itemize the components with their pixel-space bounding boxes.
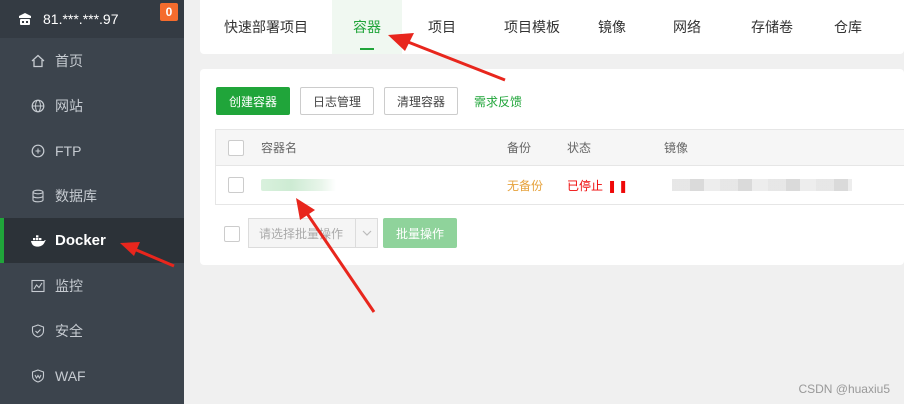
sidebar-item-label: WAF bbox=[55, 367, 86, 384]
sidebar-item-label: FTP bbox=[55, 142, 82, 159]
server-icon bbox=[16, 10, 34, 28]
table-header: 容器名 备份 状态 镜像 bbox=[216, 130, 904, 166]
batch-select-checkbox[interactable] bbox=[224, 226, 240, 242]
sidebar-item-home[interactable]: 首页 bbox=[0, 38, 184, 83]
sidebar-item-label: Docker bbox=[55, 232, 106, 249]
container-table: 容器名 备份 状态 镜像 无备份 已停止 ❚❚ bbox=[215, 129, 904, 205]
sidebar-item-docker[interactable]: Docker bbox=[0, 218, 184, 263]
sidebar-item-ftp[interactable]: FTP bbox=[0, 128, 184, 173]
header-backup: 备份 bbox=[507, 141, 532, 155]
log-management-button[interactable]: 日志管理 bbox=[300, 87, 374, 115]
image-name-redacted bbox=[672, 179, 852, 191]
header-name: 容器名 bbox=[261, 141, 298, 155]
database-icon bbox=[30, 188, 46, 204]
sidebar-item-label: 安全 bbox=[55, 322, 83, 339]
sidebar-item-security[interactable]: 安全 bbox=[0, 308, 184, 353]
docker-icon bbox=[30, 233, 46, 249]
globe-icon bbox=[30, 98, 46, 114]
sidebar-item-label: 监控 bbox=[55, 277, 83, 294]
tab-registry[interactable]: 仓库 bbox=[812, 0, 884, 54]
sidebar-item-database[interactable]: 数据库 bbox=[0, 173, 184, 218]
tab-networks[interactable]: 网络 bbox=[642, 0, 732, 54]
home-icon bbox=[30, 53, 46, 69]
waf-shield-icon bbox=[30, 368, 46, 384]
sidebar-item-label: 网站 bbox=[55, 97, 83, 114]
container-name-redacted[interactable] bbox=[261, 179, 336, 191]
container-panel: 创建容器 日志管理 清理容器 需求反馈 容器名 备份 状态 镜像 无备份 已停止… bbox=[200, 69, 904, 265]
batch-operation-button[interactable]: 批量操作 bbox=[383, 218, 457, 248]
watermark: CSDN @huaxiu5 bbox=[798, 382, 890, 396]
sidebar-item-waf[interactable]: WAF bbox=[0, 353, 184, 398]
backup-value[interactable]: 无备份 bbox=[507, 177, 543, 194]
tab-images[interactable]: 镜像 bbox=[582, 0, 642, 54]
sidebar-item-website[interactable]: 网站 bbox=[0, 83, 184, 128]
tab-volumes[interactable]: 存储卷 bbox=[732, 0, 812, 54]
feedback-link[interactable]: 需求反馈 bbox=[474, 87, 522, 115]
ftp-icon bbox=[30, 143, 46, 159]
create-container-button[interactable]: 创建容器 bbox=[216, 87, 290, 115]
clean-containers-button[interactable]: 清理容器 bbox=[384, 87, 458, 115]
batch-operation-select[interactable]: 请选择批量操作 bbox=[248, 218, 378, 248]
tab-containers[interactable]: 容器 bbox=[332, 0, 402, 54]
header-image: 镜像 bbox=[664, 141, 689, 155]
server-ip: 81.***.***.97 bbox=[43, 11, 119, 27]
chevron-down-icon bbox=[355, 219, 377, 247]
select-all-checkbox[interactable] bbox=[228, 139, 244, 156]
top-tabs: 快速部署项目 容器 项目 项目模板 镜像 网络 存储卷 仓库 bbox=[200, 0, 904, 54]
pause-icon: ❚❚ bbox=[607, 178, 630, 193]
tab-quick-deploy[interactable]: 快速部署项目 bbox=[200, 0, 332, 54]
server-header[interactable]: 81.***.***.97 0 bbox=[0, 0, 184, 38]
status-value[interactable]: 已停止 ❚❚ bbox=[567, 177, 629, 194]
table-row: 无备份 已停止 ❚❚ bbox=[216, 166, 904, 204]
monitor-icon bbox=[30, 278, 46, 294]
row-checkbox[interactable] bbox=[228, 177, 244, 193]
sidebar: 81.***.***.97 0 首页 网站 FTP 数据库 Docker 监控 … bbox=[0, 0, 184, 404]
sidebar-item-label: 数据库 bbox=[55, 187, 97, 204]
batch-select-placeholder: 请选择批量操作 bbox=[259, 226, 344, 241]
sidebar-item-monitor[interactable]: 监控 bbox=[0, 263, 184, 308]
status-text: 已停止 bbox=[567, 178, 604, 193]
header-status: 状态 bbox=[567, 141, 592, 155]
tab-projects[interactable]: 项目 bbox=[402, 0, 482, 54]
sidebar-item-label: 首页 bbox=[55, 52, 83, 69]
notification-badge[interactable]: 0 bbox=[160, 3, 178, 21]
tab-project-templates[interactable]: 项目模板 bbox=[482, 0, 582, 54]
shield-icon bbox=[30, 323, 46, 339]
